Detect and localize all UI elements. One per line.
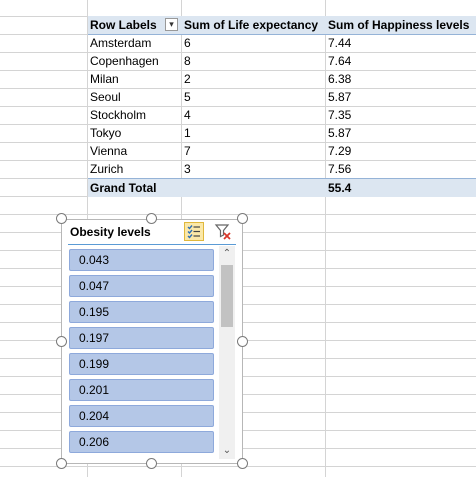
life-expectancy-cell[interactable]: 4 [182, 106, 326, 124]
pivot-row[interactable]: Seoul 5 5.87 [88, 88, 476, 106]
grand-total-label[interactable]: Grand Total [88, 179, 182, 197]
slicer-item[interactable]: 0.206 [69, 431, 214, 453]
life-expectancy-cell[interactable]: 3 [182, 160, 326, 178]
slicer-item[interactable]: 0.043 [69, 249, 214, 271]
resize-handle-left[interactable] [56, 336, 67, 347]
pivot-row[interactable]: Copenhagen 8 7.64 [88, 52, 476, 70]
happiness-cell[interactable]: 7.35 [326, 106, 476, 124]
slicer-item[interactable]: 0.195 [69, 301, 214, 323]
city-cell[interactable]: Amsterdam [88, 34, 182, 52]
life-expectancy-cell[interactable]: 7 [182, 142, 326, 160]
life-expectancy-cell[interactable]: 1 [182, 124, 326, 142]
scrollbar-thumb[interactable] [221, 265, 233, 327]
pivot-row[interactable]: Tokyo 1 5.87 [88, 124, 476, 142]
grand-total-life[interactable] [182, 179, 326, 197]
happiness-cell[interactable]: 7.64 [326, 52, 476, 70]
row-labels-filter-button[interactable]: ▾ [165, 18, 178, 31]
city-cell[interactable]: Copenhagen [88, 52, 182, 70]
row-labels-header-text: Row Labels [90, 18, 157, 32]
resize-handle-bottom-right[interactable] [237, 458, 248, 469]
resize-handle-top[interactable] [146, 213, 157, 224]
chevron-down-icon: ⌄ [222, 445, 232, 456]
pivot-row[interactable]: Amsterdam 6 7.44 [88, 34, 476, 52]
obesity-levels-slicer[interactable]: Obesity levels 0.043 0.047 0.195 0.197 0… [61, 219, 243, 464]
pivot-row[interactable]: Stockholm 4 7.35 [88, 106, 476, 124]
life-expectancy-cell[interactable]: 2 [182, 70, 326, 88]
scroll-up-button[interactable]: ⌃ [219, 246, 235, 262]
resize-handle-bottom[interactable] [146, 458, 157, 469]
slicer-title: Obesity levels [70, 225, 151, 239]
life-expectancy-cell[interactable]: 6 [182, 34, 326, 52]
grand-total-happiness[interactable]: 55.4 [326, 179, 476, 197]
life-expectancy-cell[interactable]: 8 [182, 52, 326, 70]
pivot-header-row: Row Labels ▾ Sum of Life expectancy Sum … [88, 16, 476, 35]
pivot-row[interactable]: Vienna 7 7.29 [88, 142, 476, 160]
clear-filter-icon [214, 224, 231, 240]
sort-filter-icon: ▾ [169, 19, 174, 29]
clear-filter-button[interactable] [214, 222, 232, 241]
multi-select-button[interactable] [184, 222, 204, 241]
scroll-down-button[interactable]: ⌄ [219, 443, 235, 459]
resize-handle-right[interactable] [237, 336, 248, 347]
pivot-row[interactable]: Zurich 3 7.56 [88, 160, 476, 178]
city-cell[interactable]: Tokyo [88, 124, 182, 142]
happiness-cell[interactable]: 7.29 [326, 142, 476, 160]
resize-handle-bottom-left[interactable] [56, 458, 67, 469]
city-cell[interactable]: Vienna [88, 142, 182, 160]
happiness-cell[interactable]: 6.38 [326, 70, 476, 88]
slicer-header-divider [68, 244, 236, 245]
grand-total-row[interactable]: Grand Total 55.4 [88, 178, 476, 197]
slicer-item[interactable]: 0.201 [69, 379, 214, 401]
happiness-cell[interactable]: 5.87 [326, 88, 476, 106]
happiness-cell[interactable]: 7.44 [326, 34, 476, 52]
slicer-item[interactable]: 0.204 [69, 405, 214, 427]
life-expectancy-cell[interactable]: 5 [182, 88, 326, 106]
pivot-row[interactable]: Milan 2 6.38 [88, 70, 476, 88]
life-expectancy-header[interactable]: Sum of Life expectancy [182, 16, 326, 34]
city-cell[interactable]: Stockholm [88, 106, 182, 124]
multi-select-icon [187, 225, 200, 239]
slicer-item[interactable]: 0.047 [69, 275, 214, 297]
resize-handle-top-left[interactable] [56, 213, 67, 224]
happiness-cell[interactable]: 7.56 [326, 160, 476, 178]
city-cell[interactable]: Seoul [88, 88, 182, 106]
slicer-scrollbar[interactable]: ⌃ ⌄ [219, 246, 235, 459]
happiness-cell[interactable]: 5.87 [326, 124, 476, 142]
slicer-item[interactable]: 0.199 [69, 353, 214, 375]
slicer-item[interactable]: 0.197 [69, 327, 214, 349]
chevron-up-icon: ⌃ [222, 248, 232, 259]
city-cell[interactable]: Zurich [88, 160, 182, 178]
happiness-levels-header[interactable]: Sum of Happiness levels [326, 16, 476, 34]
resize-handle-top-right[interactable] [237, 213, 248, 224]
city-cell[interactable]: Milan [88, 70, 182, 88]
